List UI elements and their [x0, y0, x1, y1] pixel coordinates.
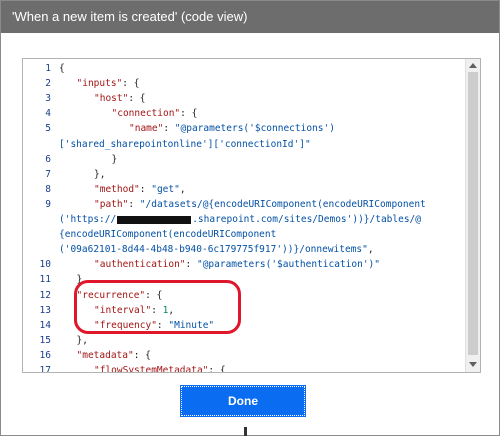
recurrence-highlight-annotation	[74, 280, 241, 334]
code-token: "path"	[94, 198, 129, 210]
line-number: 16	[39, 349, 51, 361]
code-text: ['shared_sharepointonline']['connectionI…	[59, 137, 311, 152]
line-number: 5	[45, 123, 51, 135]
line-number: 6	[45, 153, 51, 165]
line-number: 2	[45, 78, 51, 90]
code-token: : {	[122, 78, 140, 90]
code-token: : {	[208, 365, 226, 373]
dialog-titlebar: 'When a new item is created' (code view)	[1, 1, 499, 33]
code-text: "metadata": {	[77, 348, 151, 363]
code-token: :	[128, 198, 140, 210]
code-line: 9 "path": "/datasets/@{encodeURIComponent…	[23, 197, 463, 212]
line-number: 11	[39, 274, 51, 286]
code-token: "flowSystemMetadata"	[94, 365, 209, 373]
code-view-dialog: 'When a new item is created' (code view)…	[0, 0, 500, 436]
code-token: ('https://	[59, 214, 117, 225]
code-text: {encodeURIComponent(encodeURIComponent	[59, 227, 276, 242]
code-token: },	[94, 168, 106, 180]
code-text: "connection": {	[112, 106, 198, 121]
code-text: "inputs": {	[77, 76, 140, 91]
code-token: "@parameters('$connections')	[174, 123, 335, 135]
code-line: ['shared_sharepointonline']['connectionI…	[23, 137, 463, 152]
code-line: 7},	[23, 167, 463, 182]
code-token: : {	[180, 108, 198, 120]
redacted-tenant	[117, 215, 192, 224]
code-text: "host": {	[94, 91, 146, 106]
code-token: "method"	[94, 183, 140, 195]
line-number: 4	[45, 108, 51, 120]
code-text: "authentication": "@parameters('$authent…	[94, 257, 380, 272]
code-line: 10 "authentication": "@parameters('$authe…	[23, 257, 463, 272]
code-line: ('09a62101-8d44-4b48-b940-6c179775f917')…	[23, 242, 463, 257]
line-number: 13	[39, 304, 51, 316]
code-text: {	[59, 61, 65, 76]
code-line: 4 "connection": {	[23, 106, 463, 121]
code-token: ('09a62101-8d44-4b48-b940-6c179775f917')…	[59, 244, 368, 256]
code-token: "host"	[94, 93, 129, 105]
code-token: {encodeURIComponent(encodeURIComponent	[59, 229, 277, 241]
code-token: "/datasets/@{encodeURIComponent(encodeUR…	[139, 198, 426, 210]
code-line: 16 "metadata": {	[23, 348, 463, 363]
code-token: "name"	[129, 123, 164, 135]
line-number: 15	[39, 334, 51, 346]
code-text: }	[112, 152, 118, 167]
code-token: "connection"	[111, 108, 181, 120]
code-token: ,	[179, 183, 186, 195]
line-number: 3	[45, 93, 51, 105]
code-line: ('https:// .sharepoint.com/sites/Demos'))…	[23, 212, 463, 227]
code-text: "method": "get",	[94, 182, 186, 197]
code-text: },	[94, 167, 105, 182]
code-token: ,	[367, 244, 374, 256]
code-line: 2 "inputs": {	[23, 76, 463, 91]
code-text: "flowSystemMetadata": {	[94, 363, 226, 373]
line-number: 10	[39, 259, 51, 271]
line-number: 17	[39, 365, 51, 373]
code-token: .sharepoint.com/sites/Demos'))}/tables/@	[192, 214, 421, 225]
line-number: 14	[39, 319, 51, 331]
code-line: 17 "flowSystemMetadata": {	[23, 363, 463, 373]
code-line: {encodeURIComponent(encodeURIComponent	[23, 227, 463, 242]
code-token: {	[59, 63, 65, 74]
code-token: "get"	[151, 183, 180, 195]
code-line: 6}	[23, 152, 463, 167]
code-token: ['shared_sharepointonline']['connectionI…	[59, 138, 311, 150]
code-line: 3 "host": {	[23, 91, 463, 106]
code-text: ('09a62101-8d44-4b48-b940-6c179775f917')…	[59, 242, 374, 257]
code-text: "path": "/datasets/@{encodeURIComponent(…	[94, 197, 426, 212]
scroll-down-arrow-icon[interactable]	[469, 362, 477, 367]
scroll-up-arrow-icon[interactable]	[469, 63, 477, 68]
code-line: 5 "name": "@parameters('$connections')	[23, 121, 463, 136]
line-number: 8	[45, 183, 51, 195]
code-token: :	[185, 259, 197, 271]
line-number: 7	[45, 168, 51, 180]
line-number: 9	[45, 198, 51, 210]
vertical-scrollbar[interactable]	[465, 59, 480, 372]
line-number: 1	[45, 63, 51, 74]
code-line: 8 "method": "get",	[23, 182, 463, 197]
code-token: "@parameters('$authentication')"	[196, 259, 380, 271]
scrollbar-thumb[interactable]	[468, 72, 478, 355]
code-text: },	[77, 333, 88, 348]
code-line: 1{	[23, 61, 463, 76]
resize-handle-icon	[244, 427, 247, 436]
code-line: 15},	[23, 333, 463, 348]
code-token: :	[139, 183, 152, 195]
line-number: 12	[39, 289, 51, 301]
code-token: : {	[128, 93, 146, 105]
code-token: }	[111, 153, 118, 165]
code-token: "metadata"	[76, 349, 134, 361]
code-token: : {	[133, 349, 151, 361]
code-text: ('https:// .sharepoint.com/sites/Demos'))…	[59, 212, 421, 227]
done-button[interactable]: Done	[180, 385, 306, 417]
code-token: },	[76, 334, 88, 346]
code-token: "authentication"	[94, 259, 186, 271]
code-text: "name": "@parameters('$connections')	[129, 121, 335, 136]
code-token: "inputs"	[76, 78, 123, 90]
code-token: :	[163, 123, 175, 135]
dialog-title: 'When a new item is created' (code view)	[12, 9, 248, 24]
